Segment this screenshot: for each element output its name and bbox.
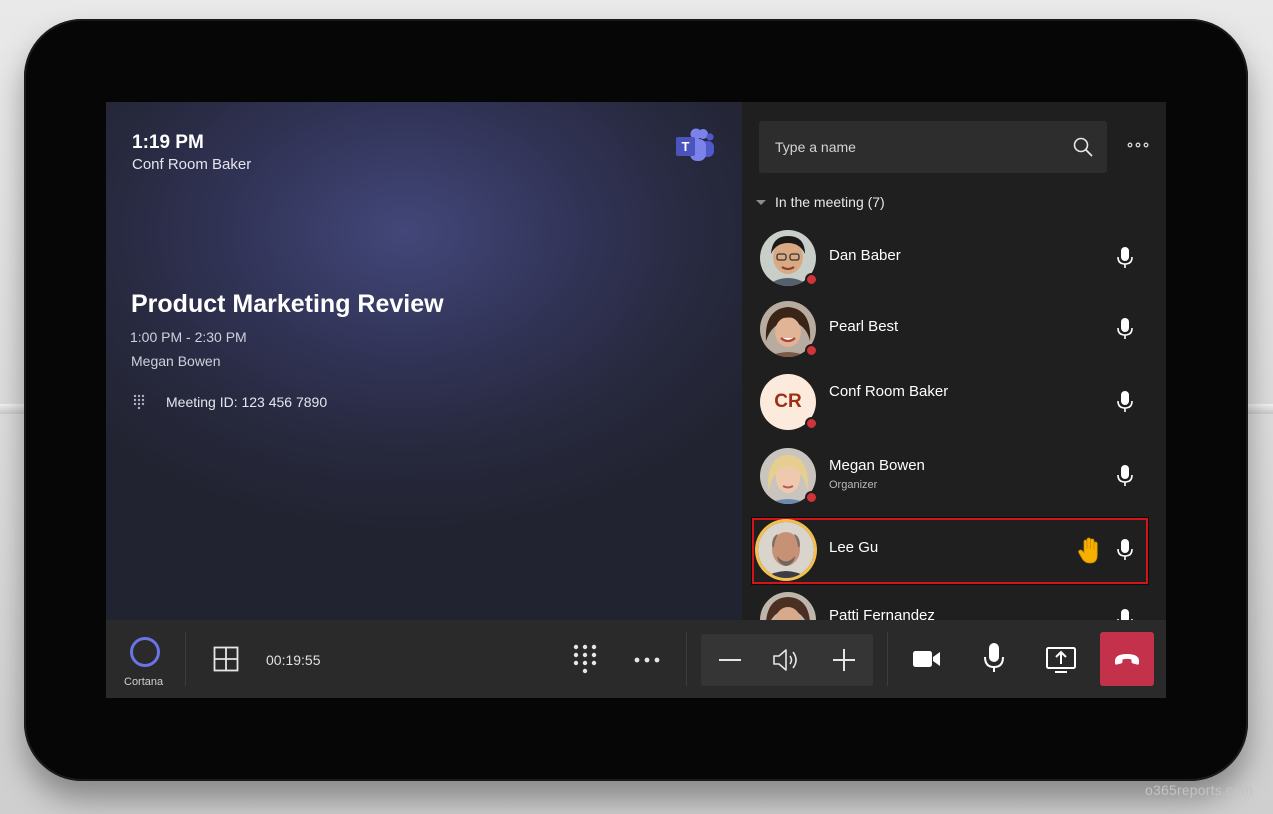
participant-row[interactable]: Megan Bowen Organizer <box>752 446 1148 510</box>
mic-icon[interactable] <box>1116 538 1134 562</box>
mic-icon[interactable] <box>1116 246 1134 270</box>
share-screen-icon[interactable] <box>1045 645 1077 673</box>
in-meeting-section-header[interactable]: In the meeting (7) <box>756 194 885 210</box>
hang-up-icon <box>1115 654 1139 665</box>
divider <box>185 632 186 686</box>
participant-row[interactable]: Dan Baber <box>752 228 1148 292</box>
room-name: Conf Room Baker <box>132 156 252 173</box>
mic-icon[interactable] <box>1116 390 1134 414</box>
participant-name: Conf Room Baker <box>829 383 949 400</box>
mic-button[interactable] <box>983 642 1005 674</box>
presence-busy-indicator <box>805 417 818 430</box>
video-camera-icon[interactable] <box>912 646 942 672</box>
cortana-label: Cortana <box>124 676 164 688</box>
volume-up-button[interactable] <box>831 647 857 673</box>
teams-logo-icon: T <box>676 128 714 161</box>
participants-panel: In the meeting (7) Dan Baber <box>742 102 1166 648</box>
more-options-icon[interactable] <box>634 656 660 664</box>
in-meeting-label: In the meeting (7) <box>775 194 885 210</box>
divider <box>887 632 888 686</box>
dialpad-icon[interactable] <box>572 644 598 674</box>
participant-row[interactable]: CR Conf Room Baker <box>752 372 1148 436</box>
search-icon[interactable] <box>1072 136 1094 158</box>
mic-icon[interactable] <box>1116 464 1134 488</box>
participant-name: Megan Bowen <box>829 457 925 474</box>
participant-name: Dan Baber <box>829 247 901 264</box>
speaker-icon <box>773 649 797 671</box>
volume-down-button[interactable] <box>717 648 743 672</box>
svg-text:T: T <box>682 139 690 154</box>
layout-icon[interactable] <box>213 646 239 672</box>
meeting-info-panel: 1:19 PM Conf Room Baker T Product Market… <box>106 102 742 620</box>
call-controls-bar: Cortana 00:19:55 <box>106 620 1166 698</box>
participant-row[interactable]: Pearl Best <box>752 299 1148 363</box>
caret-down-icon <box>756 199 766 205</box>
presence-busy-indicator <box>805 273 818 286</box>
dialpad-icon <box>133 394 145 410</box>
divider <box>686 632 687 686</box>
watermark: o365reports.com <box>1145 782 1254 798</box>
participant-row-highlighted[interactable]: Lee Gu <box>752 520 1148 584</box>
more-options-icon[interactable] <box>1126 138 1150 152</box>
presence-busy-indicator <box>805 344 818 357</box>
participant-name: Lee Gu <box>829 539 879 556</box>
participant-search-box[interactable] <box>759 121 1107 173</box>
raise-hand-icon <box>1078 537 1098 564</box>
participant-name: Pearl Best <box>829 318 899 335</box>
avatar <box>758 522 814 578</box>
meeting-time: 1:00 PM - 2:30 PM <box>130 329 247 345</box>
mic-icon[interactable] <box>1116 317 1134 341</box>
volume-control <box>701 634 873 686</box>
meeting-id: Meeting ID: 123 456 7890 <box>166 394 328 410</box>
presence-busy-indicator <box>805 491 818 504</box>
search-input[interactable] <box>775 135 1055 159</box>
participant-role: Organizer <box>829 479 878 491</box>
call-timer: 00:19:55 <box>266 652 321 668</box>
current-time: 1:19 PM <box>132 132 204 153</box>
hang-up-button[interactable] <box>1100 632 1154 686</box>
meeting-id-row: Meeting ID: 123 456 7890 <box>132 394 327 410</box>
meeting-title: Product Marketing Review <box>131 290 444 318</box>
teams-room-screen: 1:19 PM Conf Room Baker T Product Market… <box>106 102 1166 698</box>
cortana-icon[interactable] <box>130 637 160 667</box>
meeting-organizer: Megan Bowen <box>131 353 221 369</box>
